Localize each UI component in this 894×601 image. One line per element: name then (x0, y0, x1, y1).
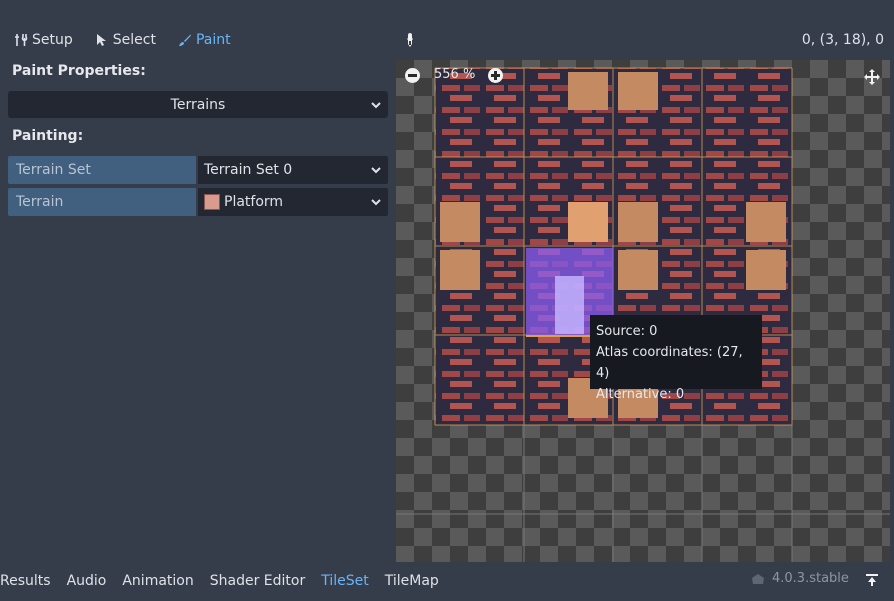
bottom-panel-tabs: Results Audio Animation Shader Editor Ti… (0, 571, 447, 591)
terrain-set-dropdown[interactable]: Terrain Set 0 (198, 156, 388, 184)
terrain-set-label: Terrain Set (8, 156, 196, 184)
tab-animation[interactable]: Animation (114, 571, 201, 591)
paint-label: Paint (195, 32, 231, 48)
setup-tab[interactable]: Setup (0, 28, 81, 52)
tooltip-source: Source: 0 (596, 324, 658, 339)
tab-shader-editor[interactable]: Shader Editor (202, 571, 313, 591)
zoom-level: 556 % (434, 67, 476, 82)
eyedropper-icon[interactable] (403, 32, 417, 48)
tab-tilemap[interactable]: TileMap (377, 571, 447, 591)
tab-tileset[interactable]: TileSet (313, 571, 377, 591)
terrain-peering-bit (555, 276, 584, 334)
top-strip (0, 0, 894, 26)
terrain-color-swatch (204, 194, 220, 210)
tile-atlas-viewport[interactable] (396, 60, 890, 562)
select-tab[interactable]: Select (81, 28, 164, 52)
chevron-down-icon (371, 199, 381, 206)
terrain-value: Platform (224, 194, 284, 210)
zoom-in-icon[interactable] (488, 68, 503, 83)
viewport-grid (396, 425, 890, 562)
paint-tab[interactable]: Paint (164, 28, 239, 52)
zoom-out-icon[interactable] (405, 68, 420, 83)
tooltip-alternative: Alternative: 0 (596, 387, 685, 402)
select-label: Select (112, 32, 156, 48)
pan-move-icon[interactable] (863, 68, 881, 86)
chevron-down-icon (371, 167, 381, 174)
paint-properties-heading: Paint Properties: (12, 63, 146, 79)
painting-heading: Painting: (12, 128, 84, 144)
setup-icon (15, 34, 28, 46)
setup-label: Setup (32, 32, 73, 48)
tile-atlas-canvas[interactable] (396, 60, 890, 562)
tab-results[interactable]: Results (0, 571, 59, 591)
engine-version: 4.0.3.stable (750, 571, 849, 586)
paint-mode-dropdown[interactable]: Terrains (8, 91, 388, 118)
paint-mode-value: Terrains (170, 96, 226, 113)
terrain-set-value: Terrain Set 0 (204, 162, 293, 178)
paint-brush-icon (178, 34, 191, 46)
tile-coordinates-readout: 0, (3, 18), 0 (801, 32, 884, 48)
tab-audio[interactable]: Audio (59, 571, 115, 591)
terrain-dropdown[interactable]: Platform (198, 188, 388, 216)
chevron-down-icon (371, 102, 381, 109)
select-arrow-icon (96, 34, 106, 46)
tooltip-atlas-coordinates: Atlas coordinates: (27, 4) (596, 345, 743, 381)
tileset-mode-toolbar: Setup Select Paint (0, 28, 239, 52)
terrain-row: Terrain Platform (8, 188, 388, 216)
tile-info-tooltip: Source: 0 Atlas coordinates: (27, 4) Alt… (590, 315, 762, 402)
godot-logo-icon (752, 573, 764, 584)
terrain-set-row: Terrain Set Terrain Set 0 (8, 156, 388, 184)
version-label: 4.0.3.stable (772, 571, 849, 586)
pin-icon[interactable] (864, 572, 880, 588)
terrain-label: Terrain (8, 188, 196, 216)
